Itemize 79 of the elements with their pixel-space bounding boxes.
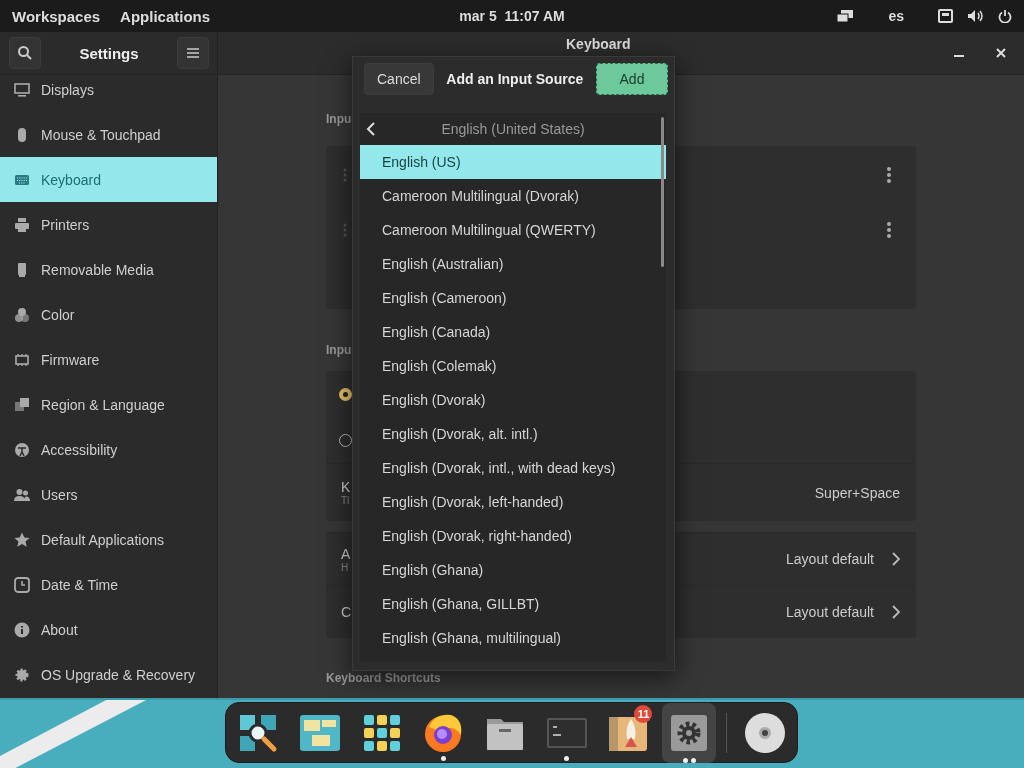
sidebar-item[interactable]: Region & Language <box>0 382 217 427</box>
layout-list-item[interactable]: English (Dvorak, intl., with dead keys) <box>360 451 666 485</box>
clock[interactable]: mar 5 11:07 AM <box>459 8 565 24</box>
row-label: C <box>341 604 352 620</box>
sidebar-item[interactable]: Firmware <box>0 337 217 382</box>
language-icon <box>13 395 31 414</box>
power-icon[interactable] <box>998 9 1012 23</box>
row-value[interactable]: Layout default <box>786 604 874 620</box>
close-icon[interactable] <box>996 48 1006 58</box>
radio-button[interactable] <box>339 387 352 401</box>
group-title: English (United States) <box>440 121 586 137</box>
layout-list-item[interactable]: English (Dvorak, right-handed) <box>360 519 666 553</box>
layout-list-item[interactable]: English (Dvorak, alt. intl.) <box>360 417 666 451</box>
network-icon[interactable] <box>938 9 953 23</box>
monitor-icon <box>13 80 31 99</box>
menu-button[interactable] <box>177 37 209 69</box>
running-indicator <box>440 755 446 761</box>
sidebar-item[interactable]: Displays <box>0 75 217 112</box>
sidebar-item[interactable]: Users <box>0 472 217 517</box>
sidebar-item[interactable]: Default Applications <box>0 517 217 562</box>
row-value[interactable]: Layout default <box>786 551 874 567</box>
scrollbar[interactable] <box>661 117 664 267</box>
sidebar-item[interactable]: Mouse & Touchpad <box>0 112 217 157</box>
accessibility-icon <box>13 440 31 459</box>
layout-list-item[interactable]: English (Dvorak) <box>360 383 666 417</box>
row-label: K <box>341 479 351 495</box>
layout-list-item[interactable]: English (Ghana, GILLBT) <box>360 587 666 621</box>
layout-list-item[interactable]: English (Colemak) <box>360 349 666 383</box>
back-icon[interactable] <box>366 122 375 136</box>
search-button[interactable] <box>9 37 41 69</box>
panel-menu[interactable]: Workspaces <box>12 7 101 25</box>
layout-list-item[interactable]: English (Ghana, multilingual) <box>360 621 666 655</box>
row-label: A <box>341 545 351 562</box>
layout-list-item[interactable]: Cameroon Multilingual (QWERTY) <box>360 213 666 247</box>
sidebar-item[interactable]: Printers <box>0 202 217 247</box>
layout-list-item[interactable]: English (Cameroon) <box>360 281 666 315</box>
windows-icon[interactable] <box>836 9 855 23</box>
menu-icon <box>187 48 199 58</box>
layout-list-item[interactable]: English (Canada) <box>360 315 666 349</box>
chevron-right-icon[interactable] <box>892 552 900 566</box>
row-description: H <box>341 561 349 573</box>
cancel-button[interactable]: Cancel <box>364 63 434 95</box>
info-icon <box>13 620 31 639</box>
window-title: Keyboard <box>566 36 631 52</box>
layout-list-item[interactable]: English (Ghana) <box>360 553 666 587</box>
sidebar-item[interactable]: Accessibility <box>0 427 217 472</box>
keyboard-layout-indicator[interactable]: es <box>888 8 904 24</box>
search-icon <box>17 45 33 61</box>
dock-separator <box>726 712 728 753</box>
layout-list-item[interactable]: English (US) <box>360 145 666 179</box>
sidebar-item[interactable]: Removable Media <box>0 247 217 292</box>
dialog-title: Add an Input Source <box>446 71 584 87</box>
chevron-right-icon[interactable] <box>892 605 900 619</box>
section-heading: Inpu <box>326 111 352 128</box>
sidebar-item[interactable]: Color <box>0 292 217 337</box>
dock-item[interactable]: 11 <box>605 704 651 761</box>
sidebar-item[interactable]: Date & Time <box>0 562 217 607</box>
notification-badge: 11 <box>634 704 653 723</box>
disc-icon[interactable] <box>742 710 787 755</box>
circles-icon <box>13 305 31 324</box>
more-options-icon[interactable] <box>887 166 891 183</box>
row-description: Tl <box>341 495 350 506</box>
layout-list-item[interactable]: English (Australian) <box>360 247 666 281</box>
add-button[interactable]: Add <box>596 63 668 95</box>
running-indicator <box>564 755 569 761</box>
volume-icon[interactable] <box>967 9 984 23</box>
shortcut-value: Super+Space <box>814 484 900 501</box>
layout-list-item[interactable]: Cameroon Multilingual (Dvorak) <box>360 179 666 213</box>
section-heading: Inpu <box>326 342 352 359</box>
clock-icon <box>13 575 31 594</box>
more-options-icon[interactable] <box>887 221 891 238</box>
sidebar-item[interactable]: Keyboard <box>0 157 217 202</box>
section-heading: Keyboard Shortcuts <box>326 670 441 687</box>
layout-list-item[interactable]: English (Dvorak, left-handed) <box>360 485 666 519</box>
sidebar-item[interactable]: OS Upgrade & Recovery <box>0 652 217 697</box>
panel-menu[interactable]: Applications <box>120 7 211 25</box>
sidebar-title: Settings <box>79 44 139 62</box>
sidebar-item[interactable]: About <box>0 607 217 652</box>
printer-icon <box>13 215 31 234</box>
